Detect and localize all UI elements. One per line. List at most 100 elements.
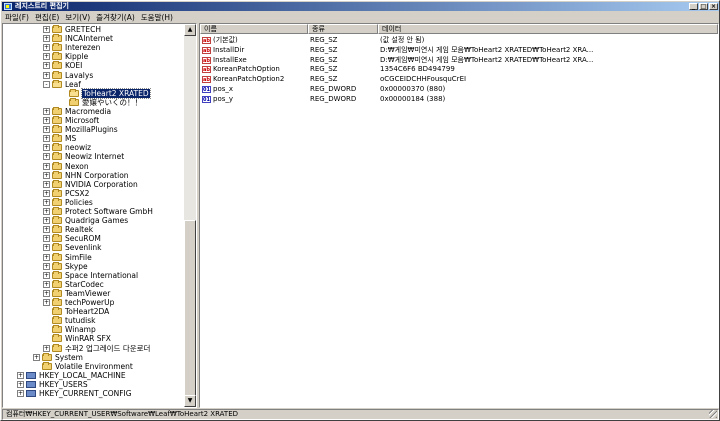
- tree-node[interactable]: + KOEI: [43, 61, 82, 70]
- expand-icon[interactable]: +: [43, 217, 50, 225]
- expand-icon[interactable]: +: [43, 208, 50, 215]
- title-bar[interactable]: 레지스트리 편집기 _ □ ×: [2, 2, 719, 11]
- expand-icon[interactable]: +: [43, 198, 50, 206]
- tree-node[interactable]: + techPowerUp: [43, 298, 114, 307]
- column-header-type[interactable]: 종류: [308, 24, 378, 34]
- tree-node[interactable]: + GRETECH: [43, 25, 101, 34]
- expand-icon[interactable]: +: [43, 126, 50, 134]
- tree-node[interactable]: + NHN Corporation: [43, 170, 129, 180]
- tree-node[interactable]: - Leaf: [43, 79, 81, 89]
- tree-node[interactable]: + HKEY_LOCAL_MACHINE: [17, 371, 126, 380]
- tree-node[interactable]: Winamp: [43, 325, 96, 334]
- tree-node[interactable]: + HKEY_USERS: [17, 380, 88, 389]
- values-list-pane[interactable]: 이름 종류 데이터 ab (기본값) REG_SZ (값 설정 안 됨) ab Insta…: [199, 23, 719, 408]
- key-tree-pane[interactable]: + GRETECH + INCAInternet + Interezen + Kipple + K…: [2, 23, 197, 408]
- tree-node[interactable]: + Space International: [43, 270, 138, 280]
- tree-node[interactable]: 愛嬢やいくの！！: [60, 97, 142, 107]
- value-row[interactable]: ab KoreanPatchOption2 REG_SZ oCGCEIDCHHFous…: [202, 75, 712, 84]
- scroll-down-arrow-icon[interactable]: ▼: [184, 395, 196, 407]
- tree-node[interactable]: + Sevenlink: [43, 243, 101, 252]
- tree-node[interactable]: + INCAInternet: [43, 34, 113, 43]
- tree-node[interactable]: + neowiz: [43, 143, 91, 152]
- tree-node[interactable]: ToHeart2 XRATED: [60, 87, 151, 99]
- expand-icon[interactable]: +: [43, 26, 50, 33]
- value-row[interactable]: ab InstallDir REG_SZ D:₩게임₩미연시 게임 모음₩ToHear…: [202, 46, 712, 55]
- expand-icon[interactable]: +: [43, 117, 50, 124]
- expand-icon[interactable]: +: [17, 371, 24, 379]
- tree-node[interactable]: + MS: [43, 134, 76, 143]
- menu-view[interactable]: 보기(V): [62, 12, 93, 23]
- menu-file[interactable]: 파일(F): [2, 12, 32, 23]
- tree-node[interactable]: + TeamViewer: [43, 288, 110, 298]
- expand-icon[interactable]: +: [43, 235, 50, 243]
- maximize-button[interactable]: □: [699, 3, 708, 10]
- tree-node[interactable]: + StarCodec: [43, 279, 104, 289]
- tree-node[interactable]: + Nexon: [43, 161, 89, 171]
- minimize-button[interactable]: _: [689, 3, 698, 10]
- column-header-name[interactable]: 이름: [200, 24, 308, 34]
- tree-node[interactable]: + HKEY_CURRENT_CONFIG: [17, 389, 132, 398]
- tree-node[interactable]: + 수퍼2 업그레이드 다운로더: [43, 343, 150, 353]
- tree-node[interactable]: + Quadriga Games: [43, 216, 128, 225]
- value-row[interactable]: ab KoreanPatchOption REG_SZ 1354C6F6 BD4947…: [202, 65, 712, 74]
- expand-icon[interactable]: +: [43, 171, 50, 179]
- expand-icon[interactable]: +: [43, 53, 50, 61]
- tree-node[interactable]: + Realtek: [43, 225, 93, 234]
- tree-node[interactable]: + PCSX2: [43, 188, 89, 198]
- expand-icon[interactable]: +: [17, 380, 24, 388]
- menu-favorites[interactable]: 즐겨찾기(A): [93, 12, 138, 23]
- tree-node[interactable]: + Lavalys: [43, 70, 93, 80]
- tree-node[interactable]: + Kipple: [43, 52, 88, 61]
- expand-icon[interactable]: +: [17, 390, 24, 397]
- expand-icon[interactable]: +: [43, 180, 50, 188]
- collapse-icon[interactable]: -: [43, 80, 50, 88]
- tree-node[interactable]: + Neowiz Internet: [43, 152, 124, 161]
- tree-node[interactable]: + Skype: [43, 261, 88, 271]
- expand-icon[interactable]: +: [43, 153, 50, 161]
- expand-icon[interactable]: +: [43, 71, 50, 79]
- menu-edit[interactable]: 편집(E): [32, 12, 62, 23]
- expand-icon[interactable]: +: [43, 144, 50, 152]
- tree-node[interactable]: tutudisk: [43, 316, 95, 325]
- tree-node[interactable]: + Interezen: [43, 43, 100, 52]
- expand-icon[interactable]: +: [43, 189, 50, 197]
- resize-grip-icon[interactable]: [709, 410, 717, 418]
- expand-icon[interactable]: +: [43, 262, 50, 270]
- tree-node[interactable]: + Microsoft: [43, 116, 99, 125]
- value-row[interactable]: 01 pos_x REG_DWORD 0x00000370 (880): [202, 85, 712, 94]
- column-header-data[interactable]: 데이터: [378, 24, 718, 34]
- expand-icon[interactable]: +: [43, 344, 50, 352]
- expand-icon[interactable]: +: [43, 35, 50, 43]
- menu-help[interactable]: 도움말(H): [138, 12, 176, 23]
- tree-node[interactable]: + Macromedia: [43, 106, 111, 116]
- expand-icon[interactable]: +: [43, 135, 50, 143]
- expand-icon[interactable]: +: [43, 244, 50, 252]
- expand-icon[interactable]: +: [43, 280, 50, 288]
- tree-vertical-scrollbar[interactable]: ▲ ▼: [184, 24, 196, 407]
- tree-node[interactable]: ToHeart2DA: [43, 307, 109, 316]
- expand-icon[interactable]: +: [43, 107, 50, 115]
- expand-icon[interactable]: +: [43, 253, 50, 261]
- value-row[interactable]: 01 pos_y REG_DWORD 0x00000184 (388): [202, 95, 712, 104]
- tree-node[interactable]: + Protect Software GmbH: [43, 207, 153, 216]
- value-row[interactable]: ab (기본값) REG_SZ (값 설정 안 됨): [202, 36, 712, 45]
- close-button[interactable]: ×: [709, 3, 718, 10]
- tree-node[interactable]: + System: [33, 352, 83, 362]
- expand-icon[interactable]: +: [43, 226, 50, 234]
- tree-node[interactable]: + NVIDIA Corporation: [43, 179, 138, 189]
- tree-node[interactable]: WinRAR SFX: [43, 334, 111, 343]
- tree-node[interactable]: + SecuROM: [43, 234, 101, 243]
- expand-icon[interactable]: +: [43, 271, 50, 279]
- expand-icon[interactable]: +: [43, 289, 50, 297]
- scrollbar-thumb[interactable]: [184, 220, 196, 396]
- tree-node[interactable]: Volatile Environment: [33, 361, 133, 371]
- value-row[interactable]: ab InstallExe REG_SZ D:₩게임₩미연시 게임 모음₩ToHear…: [202, 56, 712, 65]
- expand-icon[interactable]: +: [43, 44, 50, 52]
- scroll-up-arrow-icon[interactable]: ▲: [184, 24, 196, 36]
- expand-icon[interactable]: +: [43, 62, 50, 70]
- expand-icon[interactable]: +: [43, 299, 50, 306]
- tree-node[interactable]: + SimFile: [43, 252, 92, 262]
- expand-icon[interactable]: +: [33, 353, 40, 361]
- expand-icon[interactable]: +: [43, 162, 50, 170]
- tree-node[interactable]: + Policies: [43, 197, 93, 207]
